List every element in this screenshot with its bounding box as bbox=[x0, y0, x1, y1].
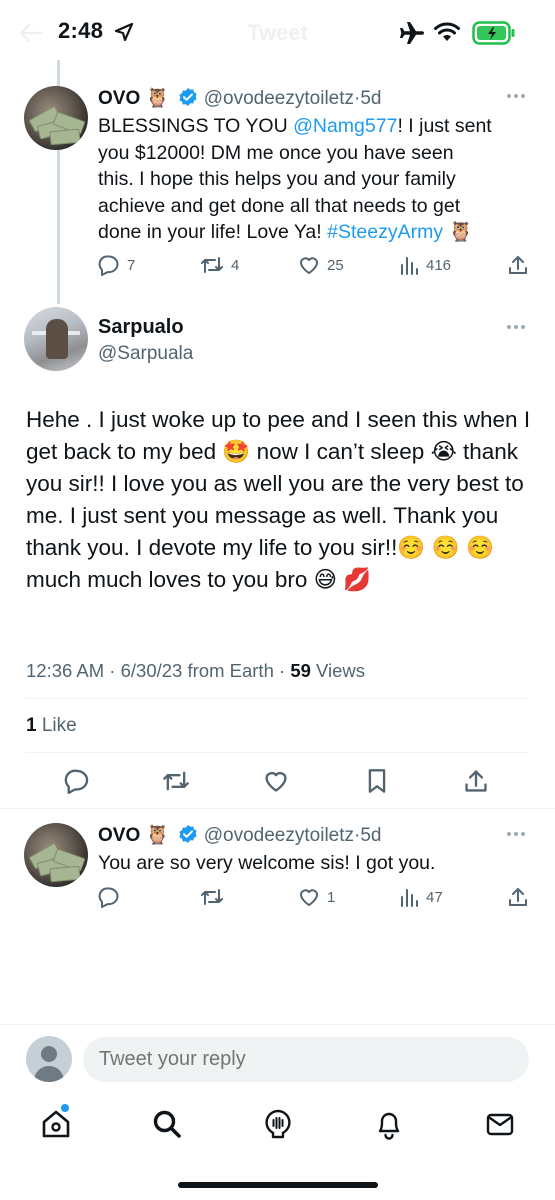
notifications-icon[interactable] bbox=[373, 1108, 405, 1140]
reply-input[interactable] bbox=[83, 1037, 529, 1082]
more-icon[interactable] bbox=[506, 831, 526, 837]
more-icon[interactable] bbox=[506, 324, 526, 330]
like-icon bbox=[300, 257, 318, 274]
share-icon bbox=[509, 256, 527, 274]
mention-link[interactable]: @Namg577 bbox=[293, 115, 397, 137]
tweet-time: 12:36 AM bbox=[26, 660, 105, 681]
retweet-button[interactable]: 4 bbox=[200, 254, 239, 276]
share-icon[interactable] bbox=[464, 768, 488, 794]
owl-emoji: 🦉 bbox=[145, 825, 170, 846]
views-count: 416 bbox=[426, 256, 452, 274]
retweet-count: 4 bbox=[231, 256, 240, 274]
more-icon[interactable] bbox=[506, 93, 526, 99]
tweet-text: You are so very welcome sis! I got you. bbox=[98, 852, 436, 874]
views-icon bbox=[401, 257, 418, 275]
reply-icon[interactable] bbox=[64, 768, 90, 794]
location-arrow-icon bbox=[114, 22, 134, 42]
tweet-age: 5d bbox=[360, 825, 382, 846]
wifi-icon bbox=[434, 22, 460, 41]
tweet-actions: 1 47 bbox=[98, 886, 530, 910]
home-indicator[interactable] bbox=[178, 1182, 378, 1188]
views-icon bbox=[401, 889, 418, 907]
tweet-text: Hehe . I just woke up to pee and I seen … bbox=[26, 407, 531, 592]
divider bbox=[26, 698, 529, 699]
views-label[interactable]: Views bbox=[316, 660, 365, 681]
views-button[interactable]: 416 bbox=[399, 254, 451, 276]
like-icon[interactable] bbox=[263, 768, 289, 794]
retweet-icon bbox=[201, 257, 223, 273]
share-button[interactable] bbox=[508, 886, 528, 908]
verified-badge-icon bbox=[179, 825, 198, 843]
like-count: 1 bbox=[327, 888, 336, 906]
home-notification-dot bbox=[61, 1104, 69, 1112]
display-name[interactable]: OVO bbox=[98, 825, 140, 846]
like-button[interactable]: 25 bbox=[298, 254, 344, 276]
divider bbox=[0, 808, 555, 809]
tweet-age: 5d bbox=[360, 88, 382, 109]
tweet-date: 6/30/23 bbox=[120, 660, 183, 681]
default-avatar-icon bbox=[34, 1046, 64, 1082]
search-icon[interactable] bbox=[151, 1108, 183, 1140]
home-icon[interactable] bbox=[40, 1108, 72, 1140]
handle[interactable]: @ovodeezytoiletz bbox=[204, 825, 354, 846]
avatar[interactable] bbox=[24, 86, 88, 150]
owl-emoji: 🦉 bbox=[145, 88, 170, 109]
handle[interactable]: @ovodeezytoiletz bbox=[204, 88, 354, 109]
reply-count: 7 bbox=[127, 256, 136, 274]
handle[interactable]: @Sarpuala bbox=[98, 343, 193, 365]
tweet-text: BLESSINGS TO YOU @Namg577! I just sent y… bbox=[98, 115, 492, 243]
status-bar: Tweet 2:48 bbox=[0, 0, 555, 66]
battery-icon bbox=[472, 21, 515, 45]
display-name[interactable]: Sarpualo bbox=[98, 316, 184, 339]
display-name[interactable]: OVO bbox=[98, 88, 140, 109]
bookmark-icon[interactable] bbox=[365, 768, 389, 794]
like-count: 25 bbox=[327, 256, 344, 274]
reply-button[interactable] bbox=[98, 886, 120, 908]
like-button[interactable]: 1 bbox=[298, 886, 335, 908]
airplane-icon bbox=[400, 22, 424, 44]
spaces-icon[interactable] bbox=[262, 1108, 294, 1140]
divider bbox=[26, 752, 529, 753]
views-button[interactable]: 47 bbox=[399, 886, 443, 908]
like-icon bbox=[300, 889, 318, 906]
likes-summary[interactable]: 1 Like bbox=[26, 715, 77, 737]
tweet-header: OVO 🦉 @ovodeezytoiletz·5d bbox=[98, 88, 382, 109]
avatar[interactable] bbox=[24, 307, 88, 371]
views-count: 59 bbox=[290, 660, 311, 681]
retweet-button[interactable] bbox=[200, 886, 224, 908]
retweet-icon[interactable] bbox=[162, 768, 190, 794]
tweet-header: OVO 🦉 @ovodeezytoiletz·5d bbox=[98, 825, 382, 846]
tweet-meta: 12:36 AM · 6/30/23 from Earth · 59 Views bbox=[26, 660, 366, 681]
views-count: 47 bbox=[426, 888, 443, 906]
avatar[interactable] bbox=[24, 823, 88, 887]
verified-badge-icon bbox=[179, 88, 198, 106]
tweet-actions: 7 4 25 416 bbox=[98, 254, 530, 278]
hashtag-link[interactable]: #SteezyArmy bbox=[327, 221, 443, 243]
retweet-icon bbox=[201, 889, 223, 905]
avatar[interactable] bbox=[26, 1036, 72, 1082]
share-button[interactable] bbox=[508, 254, 528, 276]
reply-icon bbox=[98, 255, 119, 276]
likes-label: Like bbox=[41, 715, 77, 736]
share-icon bbox=[509, 888, 527, 906]
reply-button[interactable]: 7 bbox=[98, 254, 135, 276]
tweet-source: from Earth bbox=[187, 660, 274, 681]
status-time: 2:48 bbox=[58, 18, 104, 43]
messages-icon[interactable] bbox=[484, 1108, 516, 1140]
reply-icon bbox=[98, 887, 119, 908]
likes-count: 1 bbox=[26, 715, 37, 736]
